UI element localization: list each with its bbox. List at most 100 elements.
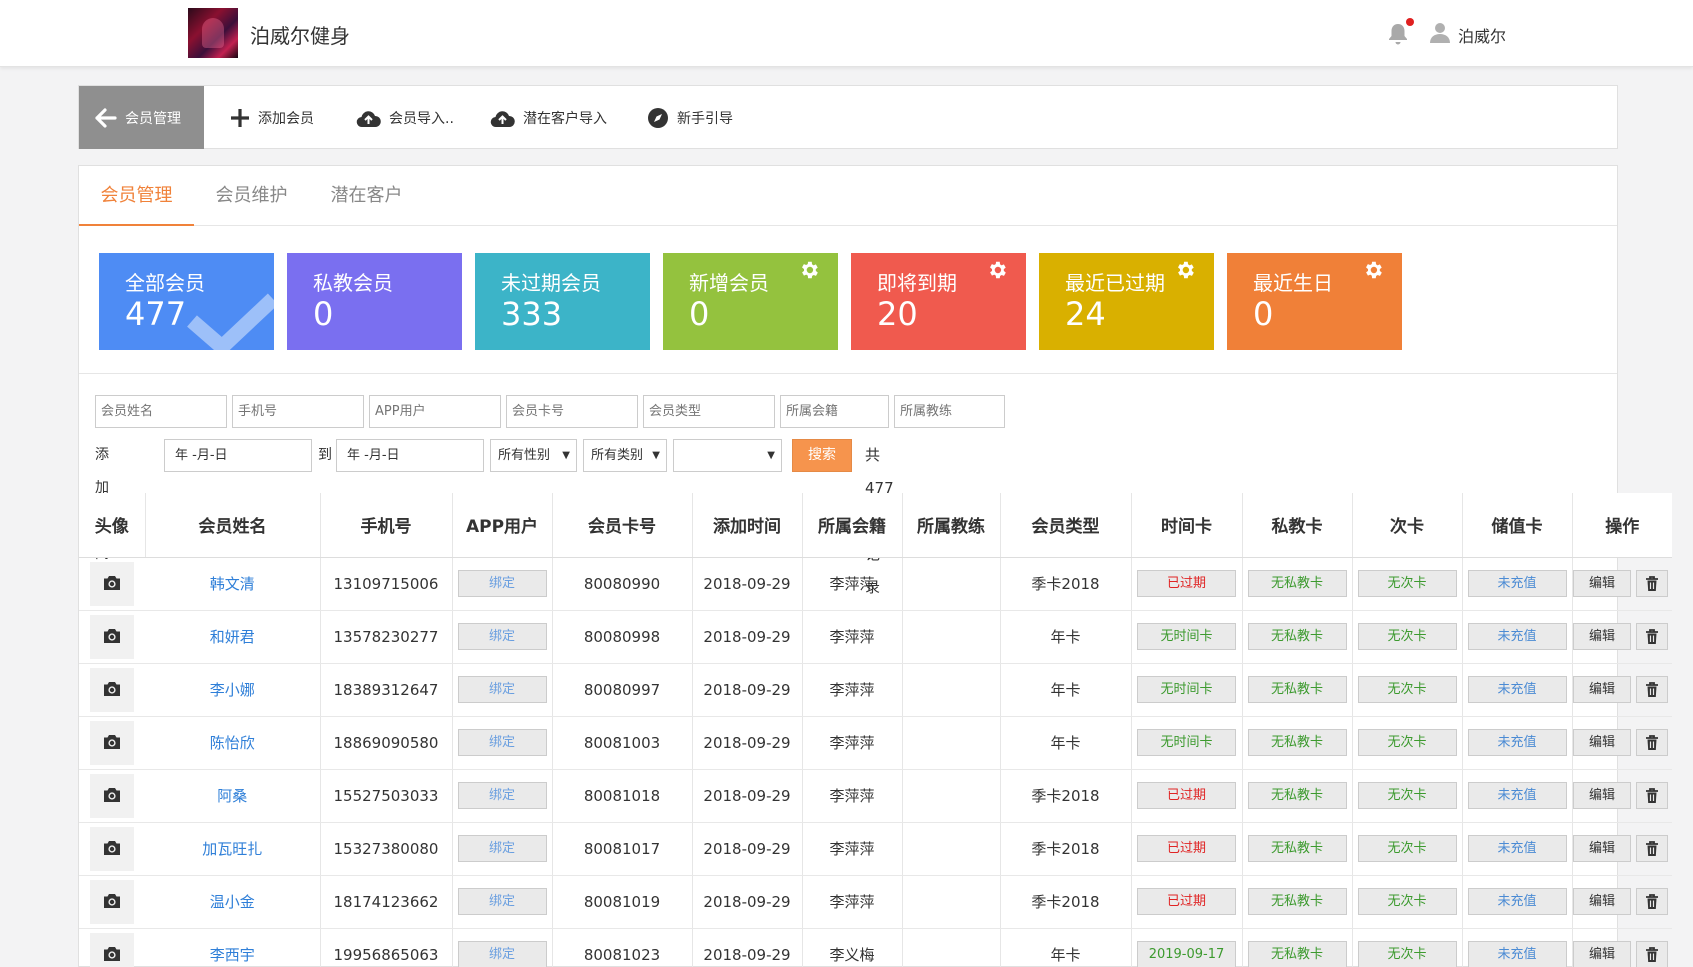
search-button[interactable]: 搜索 [792, 439, 852, 472]
tab-member-management[interactable]: 会员管理 [79, 166, 194, 226]
count-card-button[interactable]: 无次卡 [1357, 888, 1457, 915]
private-card-button[interactable]: 无私教卡 [1247, 835, 1347, 862]
gear-icon[interactable] [986, 259, 1008, 281]
bind-button[interactable]: 绑定 [457, 676, 547, 703]
avatar[interactable] [90, 932, 134, 967]
private-card-button[interactable]: 无私教卡 [1247, 570, 1347, 597]
stored-card-button[interactable]: 未充值 [1467, 835, 1567, 862]
bell-icon[interactable] [1387, 22, 1409, 46]
bind-button[interactable]: 绑定 [457, 570, 547, 597]
bind-button[interactable]: 绑定 [457, 729, 547, 756]
private-card-button[interactable]: 无私教卡 [1247, 782, 1347, 809]
edit-button[interactable]: 编辑 [1573, 941, 1631, 967]
edit-button[interactable]: 编辑 [1573, 782, 1631, 809]
member-name[interactable]: 韩文清 [145, 557, 321, 611]
stored-card-button[interactable]: 未充值 [1467, 570, 1567, 597]
avatar[interactable] [90, 561, 134, 606]
time-card-button[interactable]: 已过期 [1137, 835, 1236, 862]
time-card-button[interactable]: 2019-09-17 [1137, 941, 1236, 967]
private-card-button[interactable]: 无私教卡 [1247, 729, 1347, 756]
private-card-button[interactable]: 无私教卡 [1247, 676, 1347, 703]
delete-button[interactable] [1636, 941, 1668, 967]
private-card-button[interactable]: 无私教卡 [1247, 888, 1347, 915]
avatar[interactable] [90, 879, 134, 924]
date-to-input[interactable]: 年 -月-日 [336, 439, 484, 472]
member-name[interactable]: 和妍君 [145, 610, 321, 664]
delete-button[interactable] [1636, 570, 1668, 597]
phone-input[interactable] [232, 395, 364, 428]
stat-card-expiring[interactable]: 即将到期 20 [851, 253, 1026, 350]
edit-button[interactable]: 编辑 [1573, 888, 1631, 915]
bind-button[interactable]: 绑定 [457, 835, 547, 862]
stored-card-button[interactable]: 未充值 [1467, 941, 1567, 967]
delete-button[interactable] [1636, 676, 1668, 703]
member-name[interactable]: 阿桑 [145, 769, 321, 823]
count-card-button[interactable]: 无次卡 [1357, 729, 1457, 756]
import-prospects-button[interactable]: 潜在客户导入 [490, 86, 607, 149]
category-select[interactable]: 所有类别 ▼ [583, 439, 667, 472]
stored-card-button[interactable]: 未充值 [1467, 782, 1567, 809]
edit-button[interactable]: 编辑 [1573, 570, 1631, 597]
stored-card-button[interactable]: 未充值 [1467, 676, 1567, 703]
member-type-input[interactable] [643, 395, 775, 428]
app-user-input[interactable] [369, 395, 501, 428]
count-card-button[interactable]: 无次卡 [1357, 782, 1457, 809]
delete-button[interactable] [1636, 835, 1668, 862]
extra-select[interactable]: ▼ [673, 439, 782, 472]
stat-card-birthday[interactable]: 最近生日 0 [1227, 253, 1402, 350]
date-from-input[interactable]: 年 -月-日 [164, 439, 312, 472]
stored-card-button[interactable]: 未充值 [1467, 623, 1567, 650]
avatar[interactable] [90, 614, 134, 659]
member-name[interactable]: 加瓦旺扎 [145, 822, 321, 876]
edit-button[interactable]: 编辑 [1573, 835, 1631, 862]
stat-card-expired[interactable]: 最近已过期 24 [1039, 253, 1214, 350]
gear-icon[interactable] [1362, 259, 1384, 281]
coach-input[interactable] [894, 395, 1005, 428]
private-card-button[interactable]: 无私教卡 [1247, 623, 1347, 650]
gear-icon[interactable] [1174, 259, 1196, 281]
bind-button[interactable]: 绑定 [457, 941, 547, 967]
brand-logo[interactable] [188, 8, 238, 58]
tab-member-maintenance[interactable]: 会员维护 [194, 166, 309, 226]
count-card-button[interactable]: 无次卡 [1357, 623, 1457, 650]
delete-button[interactable] [1636, 888, 1668, 915]
member-name[interactable]: 温小金 [145, 875, 321, 929]
time-card-button[interactable]: 已过期 [1137, 888, 1236, 915]
tab-prospects[interactable]: 潜在客户 [309, 166, 424, 226]
count-card-button[interactable]: 无次卡 [1357, 570, 1457, 597]
bind-button[interactable]: 绑定 [457, 888, 547, 915]
count-card-button[interactable]: 无次卡 [1357, 835, 1457, 862]
beginner-guide-button[interactable]: 新手引导 [647, 86, 733, 149]
avatar[interactable] [90, 667, 134, 712]
delete-button[interactable] [1636, 623, 1668, 650]
time-card-button[interactable]: 无时间卡 [1137, 729, 1236, 756]
time-card-button[interactable]: 无时间卡 [1137, 623, 1236, 650]
time-card-button[interactable]: 无时间卡 [1137, 676, 1236, 703]
stat-card-new[interactable]: 新增会员 0 [663, 253, 838, 350]
edit-button[interactable]: 编辑 [1573, 623, 1631, 650]
delete-button[interactable] [1636, 782, 1668, 809]
count-card-button[interactable]: 无次卡 [1357, 941, 1457, 967]
gear-icon[interactable] [798, 259, 820, 281]
user-icon[interactable] [1430, 22, 1450, 44]
edit-button[interactable]: 编辑 [1573, 676, 1631, 703]
gender-select[interactable]: 所有性别 ▼ [490, 439, 577, 472]
user-name[interactable]: 泊威尔 [1458, 23, 1506, 47]
delete-button[interactable] [1636, 729, 1668, 756]
member-name-input[interactable] [95, 395, 227, 428]
avatar[interactable] [90, 720, 134, 765]
back-button[interactable]: 会员管理 [79, 86, 204, 149]
card-number-input[interactable] [506, 395, 638, 428]
member-name[interactable]: 陈怡欣 [145, 716, 321, 770]
member-name[interactable]: 李小娜 [145, 663, 321, 717]
stored-card-button[interactable]: 未充值 [1467, 729, 1567, 756]
time-card-button[interactable]: 已过期 [1137, 570, 1236, 597]
stat-card-private[interactable]: 私教会员 0 [287, 253, 462, 350]
stat-card-active[interactable]: 未过期会员 333 [475, 253, 650, 350]
stored-card-button[interactable]: 未充值 [1467, 888, 1567, 915]
private-card-button[interactable]: 无私教卡 [1247, 941, 1347, 967]
bind-button[interactable]: 绑定 [457, 623, 547, 650]
bind-button[interactable]: 绑定 [457, 782, 547, 809]
avatar[interactable] [90, 773, 134, 818]
count-card-button[interactable]: 无次卡 [1357, 676, 1457, 703]
